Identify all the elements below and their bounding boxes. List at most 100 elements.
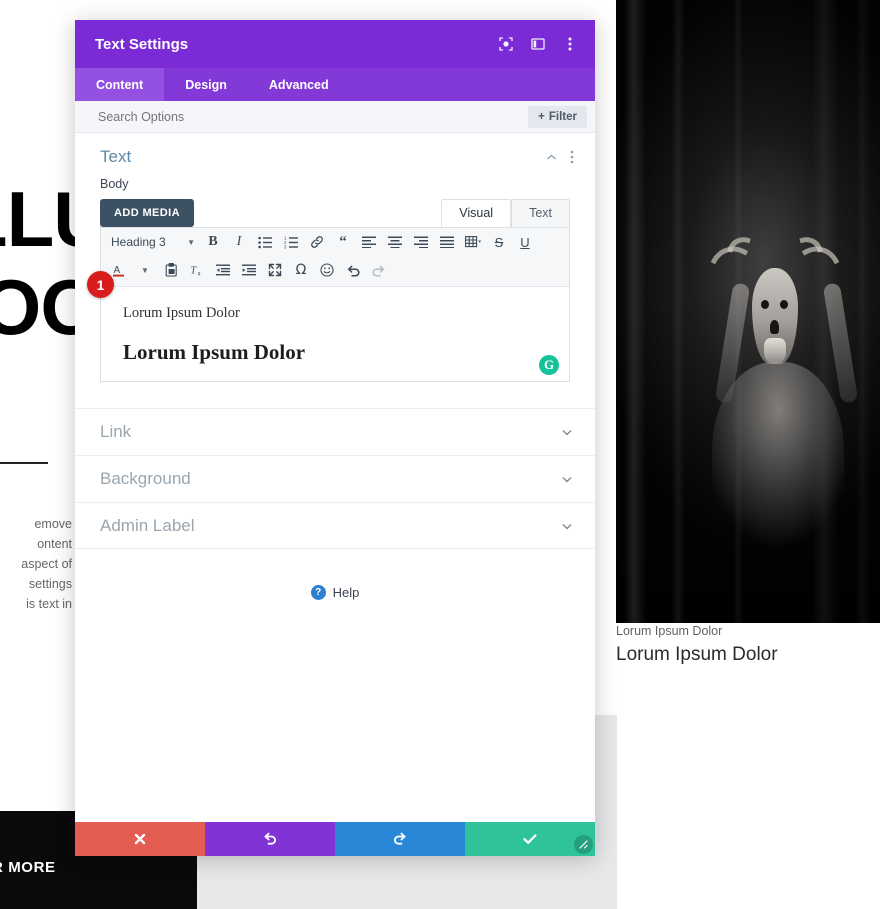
help-row[interactable]: ? Help bbox=[75, 549, 595, 600]
photo-caption-large: Lorum Ipsum Dolor bbox=[616, 644, 778, 665]
search-input[interactable] bbox=[96, 108, 529, 125]
redo-icon bbox=[394, 832, 406, 845]
hero-photo bbox=[616, 0, 880, 623]
check-icon bbox=[523, 834, 537, 844]
chevron-down-icon: ▼ bbox=[187, 237, 195, 247]
body-field-label: Body bbox=[100, 177, 129, 191]
skull-nose bbox=[770, 320, 779, 334]
align-left-icon[interactable] bbox=[357, 231, 381, 253]
align-right-icon[interactable] bbox=[409, 231, 433, 253]
underline-icon[interactable]: U bbox=[513, 231, 537, 253]
deer-skull bbox=[752, 268, 798, 364]
undo-icon[interactable] bbox=[341, 259, 365, 281]
format-select-value: Heading 3 bbox=[111, 235, 166, 249]
skull-jaw bbox=[764, 338, 786, 364]
modal-title: Text Settings bbox=[95, 35, 189, 53]
modal-header: Text Settings bbox=[75, 20, 595, 68]
skull-eye-left bbox=[761, 300, 769, 309]
chevron-up-icon[interactable] bbox=[545, 151, 558, 164]
grammarly-icon[interactable]: G bbox=[539, 355, 559, 375]
help-question-icon: ? bbox=[310, 585, 326, 600]
target-icon[interactable] bbox=[497, 35, 515, 53]
table-icon[interactable] bbox=[461, 231, 485, 253]
background-divider bbox=[0, 462, 48, 464]
skull-eye-right bbox=[780, 300, 788, 309]
svg-text:x: x bbox=[198, 272, 201, 278]
filter-button[interactable]: + Filter bbox=[528, 105, 587, 128]
tab-content[interactable]: Content bbox=[75, 68, 165, 101]
fullscreen-icon[interactable] bbox=[263, 259, 287, 281]
cancel-button[interactable] bbox=[75, 822, 205, 856]
section-title: Text bbox=[100, 147, 132, 166]
search-options-row: + Filter bbox=[75, 101, 595, 133]
svg-text:T: T bbox=[191, 266, 198, 277]
outdent-icon[interactable] bbox=[211, 259, 235, 281]
paste-as-text-icon[interactable] bbox=[159, 259, 183, 281]
italic-icon[interactable]: I bbox=[227, 231, 251, 253]
redo-button[interactable] bbox=[335, 822, 465, 856]
help-label[interactable]: Help bbox=[333, 585, 360, 600]
section-more-vertical-icon[interactable] bbox=[570, 150, 574, 164]
blockquote-icon[interactable]: “ bbox=[331, 231, 355, 253]
editor-paragraph: Lorum Ipsum Dolor bbox=[123, 305, 240, 321]
resize-handle[interactable] bbox=[574, 835, 593, 854]
tab-advanced[interactable]: Advanced bbox=[248, 68, 350, 101]
text-color-chevron-down-icon[interactable]: ▼ bbox=[133, 259, 157, 281]
tree-trunk bbox=[856, 0, 870, 623]
format-select[interactable]: Heading 3 ▼ bbox=[107, 231, 199, 253]
figure-body bbox=[712, 362, 844, 623]
close-icon bbox=[134, 833, 146, 845]
editor-heading: Lorum Ipsum Dolor bbox=[123, 340, 306, 364]
tree-trunk bbox=[672, 0, 685, 623]
accordion-item-link[interactable]: Link bbox=[75, 408, 595, 455]
accordion-item-admin-label[interactable]: Admin Label bbox=[75, 502, 595, 549]
redo-icon[interactable] bbox=[367, 259, 391, 281]
editor-toolbar-row-1: Heading 3 ▼ B I 1 2 3 “ S U bbox=[101, 228, 569, 256]
plus-icon: + bbox=[538, 110, 545, 123]
align-justify-icon[interactable] bbox=[435, 231, 459, 253]
tree-trunk bbox=[624, 0, 646, 623]
undo-icon bbox=[264, 832, 276, 845]
accordion-label: Link bbox=[100, 422, 132, 441]
step-badge-1: 1 bbox=[87, 271, 114, 298]
more-vertical-icon[interactable] bbox=[561, 35, 579, 53]
tab-text[interactable]: Text bbox=[511, 199, 570, 227]
chevron-down-icon bbox=[560, 519, 574, 533]
editor-view-tabs: Visual Text bbox=[441, 199, 570, 227]
settings-accordion: Link Background Admin Label bbox=[75, 408, 595, 549]
numbered-list-icon[interactable]: 1 2 3 bbox=[279, 231, 303, 253]
resize-icon bbox=[579, 840, 588, 849]
align-center-icon[interactable] bbox=[383, 231, 407, 253]
chevron-down-icon bbox=[560, 425, 574, 439]
modal-body: Text Body ADD MEDIA Visual Text Heading … bbox=[75, 133, 595, 822]
read-more-label: R MORE bbox=[0, 859, 56, 876]
editor-toolbar-row-2: A ▼ T x Ω bbox=[101, 256, 569, 286]
layout-panel-icon[interactable] bbox=[529, 35, 547, 53]
special-character-icon[interactable]: Ω bbox=[289, 259, 313, 281]
bold-icon[interactable]: B bbox=[201, 231, 225, 253]
modal-footer bbox=[75, 822, 595, 856]
accordion-item-background[interactable]: Background bbox=[75, 455, 595, 502]
add-media-button[interactable]: ADD MEDIA bbox=[100, 199, 194, 227]
bulleted-list-icon[interactable] bbox=[253, 231, 277, 253]
accordion-label: Admin Label bbox=[100, 515, 195, 535]
editor-top-row: ADD MEDIA Visual Text bbox=[100, 199, 570, 227]
emoji-icon[interactable] bbox=[315, 259, 339, 281]
clear-formatting-icon[interactable]: T x bbox=[185, 259, 209, 281]
link-icon[interactable] bbox=[305, 231, 329, 253]
chevron-down-icon bbox=[560, 472, 574, 486]
editor-content-area[interactable]: 1 Lorum Ipsum Dolor Lorum Ipsum Dolor G bbox=[87, 271, 569, 381]
undo-button[interactable] bbox=[205, 822, 335, 856]
text-section-header: Text bbox=[75, 133, 595, 177]
modal-tabs: Content Design Advanced bbox=[75, 68, 595, 101]
strikethrough-icon[interactable]: S bbox=[487, 231, 511, 253]
photo-canvas bbox=[616, 0, 880, 623]
modal-header-actions bbox=[497, 35, 579, 53]
indent-icon[interactable] bbox=[237, 259, 261, 281]
filter-label: Filter bbox=[548, 110, 577, 123]
svg-text:A: A bbox=[114, 265, 121, 276]
tab-visual[interactable]: Visual bbox=[441, 199, 512, 227]
rich-text-editor: Heading 3 ▼ B I 1 2 3 “ S U A ▼ T x Ω 1 … bbox=[87, 227, 570, 382]
svg-text:3: 3 bbox=[284, 244, 287, 248]
tab-design[interactable]: Design bbox=[164, 68, 248, 101]
